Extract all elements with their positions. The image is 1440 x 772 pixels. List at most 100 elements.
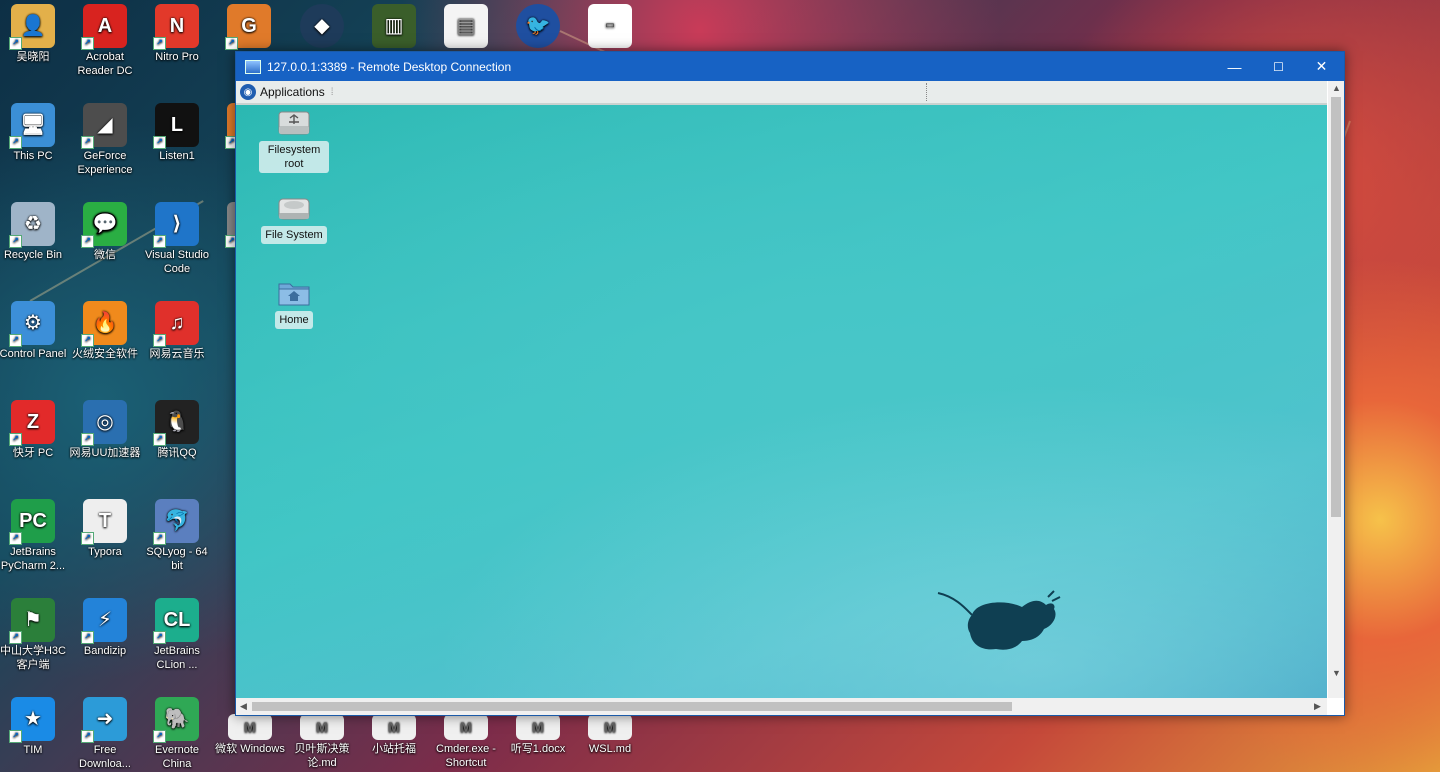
desktop-icon[interactable]: ⚑ ↗ 中山大学H3C客户端 [0,598,69,672]
shortcut-arrow-icon: ↗ [153,334,166,347]
desktop-icon-label: Free Downloa... [79,744,131,770]
screenshot-icon: ▭ [588,4,632,48]
file-icon: M [516,714,560,740]
desktop-icon[interactable]: T ↗ Typora [69,499,141,559]
desktop-icon-label: 小站托福 [372,743,416,755]
remote-session-view[interactable]: ◉ Applications ⁞ Filesystem root File Sy… [236,81,1327,698]
desktop-icon-label: 中山大学H3C客户端 [0,645,66,671]
shortcut-arrow-icon: ↗ [153,433,166,446]
app-icon: CL ↗ [153,598,199,644]
vertical-scrollbar[interactable]: ▲ ▼ [1328,81,1344,698]
minimize-button[interactable]: — [1212,52,1257,81]
app-icon: ★ ↗ [9,697,55,743]
app-icon: Z ↗ [9,400,55,446]
desktop-icon[interactable]: 🖥 ↗ This PC [0,103,69,163]
desktop-icon-top-5[interactable]: ▭ [574,4,646,50]
horizontal-scroll-thumb[interactable] [252,702,1012,711]
close-button[interactable]: ✕ [1299,52,1344,81]
desktop-icon[interactable]: M 微软 Windows [214,714,286,756]
desktop-icon[interactable]: ◢ ↗ GeForce Experience [69,103,141,177]
remote-desktop-icon [245,59,261,74]
app-icon: ♻ ↗ [9,202,55,248]
desktop-icon-label: Control Panel [0,348,67,360]
desktop-icon[interactable]: 🐬 ↗ SQLyog - 64 bit [141,499,213,573]
desktop-icon[interactable]: ♫ ↗ 网易云音乐 [141,301,213,361]
desktop-icon[interactable]: 🔥 ↗ 火绒安全软件 [69,301,141,361]
desktop-icon-label: JetBrains CLion ... [154,645,200,671]
desktop-icon[interactable]: N ↗ Nitro Pro [141,4,213,64]
desktop-icon[interactable]: M 小站托福 [358,714,430,756]
desktop-icon[interactable]: 💬 ↗ 微信 [69,202,141,262]
desktop-icon[interactable]: 🐘 ↗ Evernote China [141,697,213,771]
maximize-button[interactable]: ☐ [1256,52,1301,81]
shortcut-arrow-icon: ↗ [81,433,94,446]
app-icon: ▥ [372,4,416,48]
app-icon: ♫ ↗ [153,301,199,347]
shortcut-arrow-icon: ↗ [9,730,22,743]
desktop-icon-label: 网易云音乐 [149,348,205,360]
desktop-icon[interactable]: 👤 ↗ 吴晓阳 [0,4,69,64]
xfce-desktop[interactable]: Filesystem root File System Home [236,105,1327,698]
xfce-icon-filesystem-root[interactable]: Filesystem root [259,108,329,173]
app-icon: ⚙ ↗ [9,301,55,347]
shortcut-arrow-icon: ↗ [9,136,22,149]
desktop-icon-label: 贝叶斯决策论.md [294,743,350,769]
app-icon: A ↗ [81,4,127,50]
window-title: 127.0.0.1:3389 - Remote Desktop Connecti… [267,59,512,74]
desktop-icon[interactable]: ♻ ↗ Recycle Bin [0,202,69,262]
desktop-icon[interactable]: 🐧 ↗ 腾讯QQ [141,400,213,460]
desktop-icon-top-4[interactable]: 🐦 [502,4,574,50]
shortcut-arrow-icon: ↗ [9,532,22,545]
desktop-icon[interactable]: ⟩ ↗ Visual Studio Code [141,202,213,276]
shortcut-arrow-icon: ↗ [153,532,166,545]
shortcut-arrow-icon: ↗ [9,334,22,347]
desktop-icon[interactable]: ⚙ ↗ Control Panel [0,301,69,361]
remote-desktop-window[interactable]: 127.0.0.1:3389 - Remote Desktop Connecti… [235,51,1345,716]
desktop-icon-label: 微软 Windows [215,743,285,755]
horizontal-scrollbar[interactable]: ◀ ▶ [236,698,1327,715]
desktop-icon-label: Evernote China [154,744,200,770]
desktop-icon[interactable]: M WSL.md [574,714,646,756]
applications-menu[interactable]: Applications [260,85,325,99]
file-icon: M [588,714,632,740]
xfce-icon-file-system[interactable]: File System [259,193,329,244]
desktop-icon[interactable]: M Cmder.exe - Shortcut [430,714,502,770]
desktop-icon[interactable]: L ↗ Listen1 [141,103,213,163]
xfce-icon-home[interactable]: Home [259,278,329,329]
scroll-left-arrow-icon[interactable]: ◀ [240,701,247,712]
drive-icon [277,108,311,138]
desktop-icon[interactable]: CL ↗ JetBrains CLion ... [141,598,213,672]
app-icon: ➜ ↗ [81,697,127,743]
desktop-icon-top-3[interactable]: ▤ [430,4,502,50]
desktop-icon-top-2[interactable]: ▥ [358,4,430,50]
scroll-up-arrow-icon[interactable]: ▲ [1332,83,1341,93]
xfce-icon-label: Home [275,311,313,329]
app-icon: L ↗ [153,103,199,149]
desktop-icon[interactable]: PC ↗ JetBrains PyCharm 2... [0,499,69,573]
xfce-icon-label: File System [261,226,327,244]
desktop-icon-top-1[interactable]: ◆ [286,4,358,50]
desktop-icon[interactable]: M 听写1.docx [502,714,574,756]
app-icon: ◢ ↗ [81,103,127,149]
scroll-down-arrow-icon[interactable]: ▼ [1332,668,1341,678]
desktop-icon[interactable]: ★ ↗ TIM [0,697,69,757]
desktop-icon-label: Acrobat Reader DC [77,51,133,77]
window-titlebar[interactable]: 127.0.0.1:3389 - Remote Desktop Connecti… [236,52,1344,81]
desktop-icon[interactable]: ⚡ ↗ Bandizip [69,598,141,658]
desktop-icon-label: Visual Studio Code [144,249,209,275]
desktop-icon[interactable]: ◎ ↗ 网易UU加速器 [69,400,141,460]
shortcut-arrow-icon: ↗ [81,136,94,149]
desktop-icon[interactable]: A ↗ Acrobat Reader DC [69,4,141,78]
desktop-icon[interactable]: M 贝叶斯决策论.md [286,714,358,770]
vertical-scroll-thumb[interactable] [1331,97,1341,517]
desktop-icon[interactable]: ➜ ↗ Free Downloa... [69,697,141,771]
scroll-right-arrow-icon[interactable]: ▶ [1314,701,1321,712]
desktop-icon-label: 火绒安全软件 [72,348,138,360]
desktop-icon[interactable]: Z ↗ 快牙 PC [0,400,69,460]
app-icon: 🖥 ↗ [9,103,55,149]
home-folder-icon [277,278,311,308]
desktop-icon-label: This PC [13,150,53,162]
desktop-icon-label: Bandizip [83,645,127,657]
app-icon: ⚡ ↗ [81,598,127,644]
app-icon: ⟩ ↗ [153,202,199,248]
